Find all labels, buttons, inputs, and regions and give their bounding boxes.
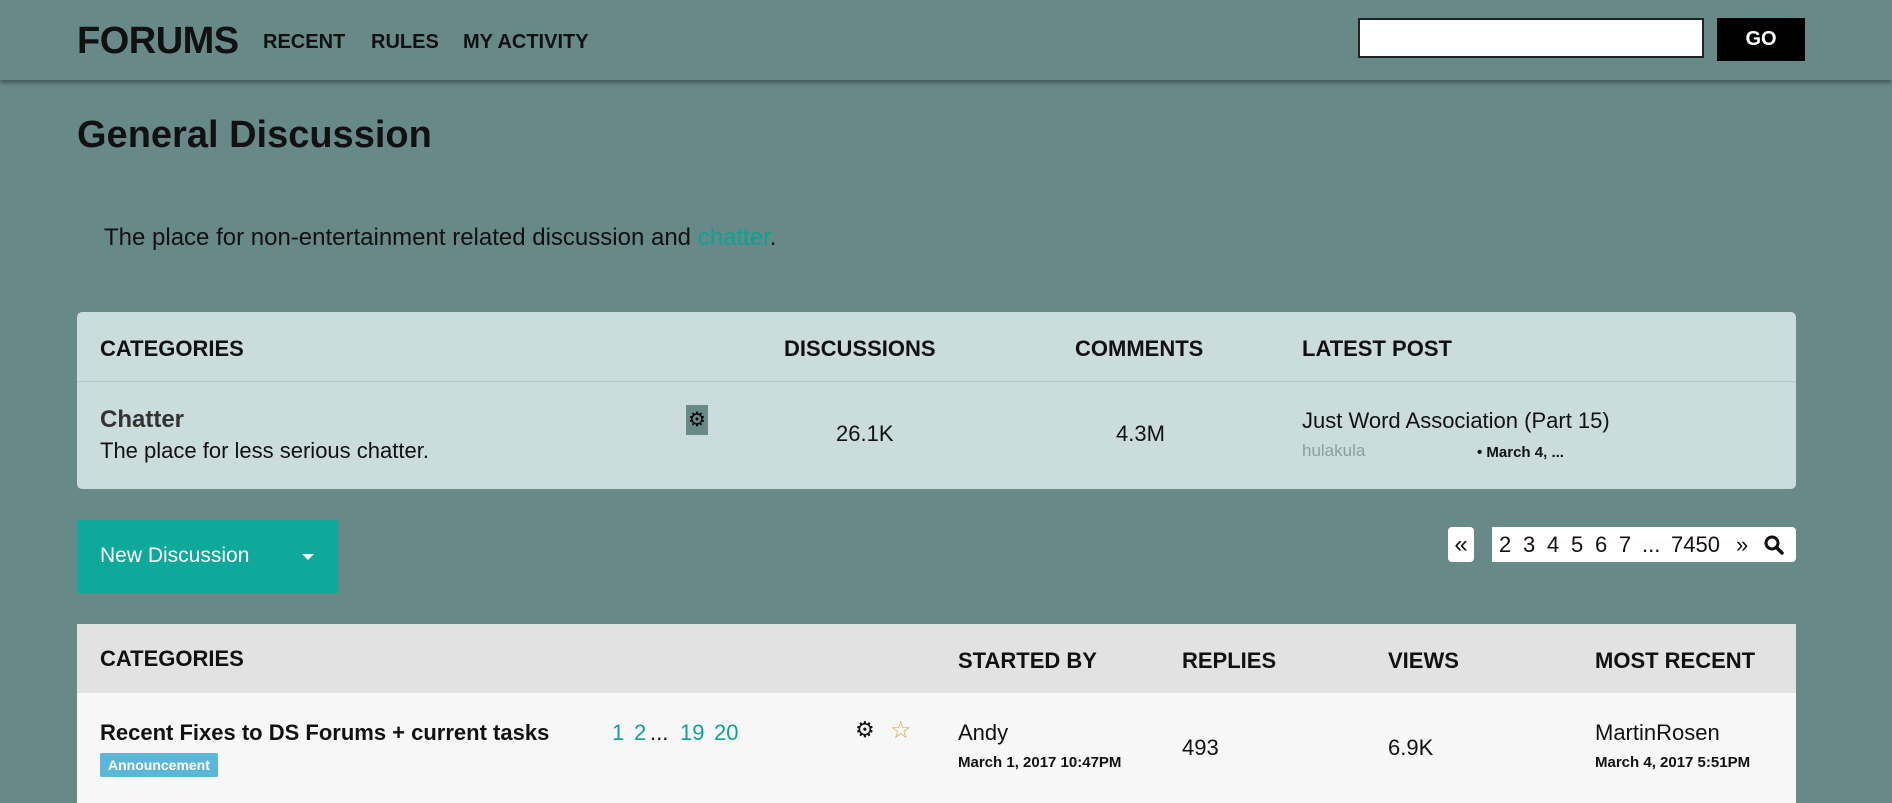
- header-replies: REPLIES: [1182, 648, 1277, 673]
- header-most-recent: MOST RECENT: [1595, 648, 1756, 673]
- page-description: The place for non-entertainment related …: [104, 224, 776, 252]
- pager-page-last[interactable]: 7450: [1671, 527, 1720, 562]
- page-title: General Discussion: [77, 114, 432, 156]
- top-navigation-bar: FORUMS RECENT RULES MY ACTIVITY GO: [0, 0, 1892, 80]
- latest-post-user[interactable]: hulakula: [1302, 441, 1365, 461]
- thread-title[interactable]: Recent Fixes to DS Forums + current task…: [100, 720, 549, 746]
- thread-page-2[interactable]: 2: [634, 720, 646, 746]
- star-icon[interactable]: ☆: [890, 716, 912, 745]
- pager-page-5[interactable]: 5: [1571, 527, 1583, 562]
- header-discussions: DISCUSSIONS: [784, 336, 936, 361]
- search-icon[interactable]: [1764, 535, 1784, 555]
- nav-rules[interactable]: RULES: [371, 31, 439, 54]
- announcement-badge: Announcement: [100, 753, 218, 777]
- forums-logo[interactable]: FORUMS: [77, 20, 239, 63]
- discussions-count: 26.1K: [836, 421, 894, 446]
- search-input[interactable]: [1358, 18, 1704, 58]
- go-button[interactable]: GO: [1717, 18, 1805, 61]
- thread-page-20[interactable]: 20: [714, 720, 738, 746]
- pager: 2 3 4 5 6 7 ... 7450 »: [1492, 527, 1796, 562]
- pager-ellipsis: ...: [1642, 532, 1661, 557]
- header-latest-post: LATEST POST: [1302, 336, 1452, 361]
- new-discussion-button[interactable]: New Discussion: [77, 520, 338, 593]
- most-recent-user[interactable]: MartinRosen: [1595, 720, 1720, 746]
- category-table: CATEGORIES DISCUSSIONS COMMENTS LATEST P…: [77, 312, 1796, 489]
- discussion-table-header: CATEGORIES STARTED BY REPLIES VIEWS MOST…: [77, 624, 1796, 693]
- thread-page-ellipsis: ...: [650, 720, 669, 745]
- pager-page-3[interactable]: 3: [1523, 527, 1535, 562]
- header-comments: COMMENTS: [1075, 336, 1204, 361]
- thread-page-1[interactable]: 1: [612, 720, 624, 746]
- replies-count: 493: [1182, 735, 1219, 760]
- most-recent-date: March 4, 2017 5:51PM: [1595, 754, 1751, 771]
- gear-icon[interactable]: ⚙: [686, 405, 708, 435]
- header-started-by: STARTED BY: [958, 648, 1097, 673]
- pager-next[interactable]: »: [1736, 527, 1748, 562]
- pager-page-2[interactable]: 2: [1499, 527, 1511, 562]
- nav-my-activity[interactable]: MY ACTIVITY: [463, 31, 589, 54]
- header-categories: CATEGORIES: [100, 336, 244, 361]
- header-categories: CATEGORIES: [100, 646, 244, 671]
- comments-count: 4.3M: [1116, 421, 1165, 446]
- started-by-date: March 1, 2017 10:47PM: [958, 754, 1122, 771]
- new-discussion-label: New Discussion: [100, 544, 250, 567]
- discussion-table: CATEGORIES STARTED BY REPLIES VIEWS MOST…: [77, 624, 1796, 803]
- latest-post-date: • March 4, ...: [1477, 444, 1564, 461]
- pager-page-4[interactable]: 4: [1547, 527, 1559, 562]
- page-description-text: The place for non-entertainment related …: [104, 224, 698, 251]
- page-description-end: .: [769, 224, 777, 251]
- started-by-user[interactable]: Andy: [958, 720, 1008, 746]
- latest-post-title[interactable]: Just Word Association (Part 15): [1302, 408, 1610, 434]
- pager-page-7[interactable]: 7: [1619, 527, 1631, 562]
- header-views: VIEWS: [1388, 648, 1459, 673]
- views-count: 6.9K: [1388, 735, 1434, 760]
- pager-page-6[interactable]: 6: [1595, 527, 1607, 562]
- chevron-down-icon[interactable]: [302, 554, 314, 560]
- header-divider: [77, 381, 1796, 382]
- chatter-link[interactable]: chatter: [698, 224, 770, 251]
- category-name[interactable]: Chatter: [100, 406, 184, 434]
- thread-page-19[interactable]: 19: [680, 720, 704, 746]
- nav-recent[interactable]: RECENT: [263, 31, 345, 54]
- gear-icon[interactable]: ⚙: [855, 717, 875, 743]
- pager-prev[interactable]: «: [1448, 527, 1474, 562]
- category-description: The place for less serious chatter.: [100, 438, 429, 463]
